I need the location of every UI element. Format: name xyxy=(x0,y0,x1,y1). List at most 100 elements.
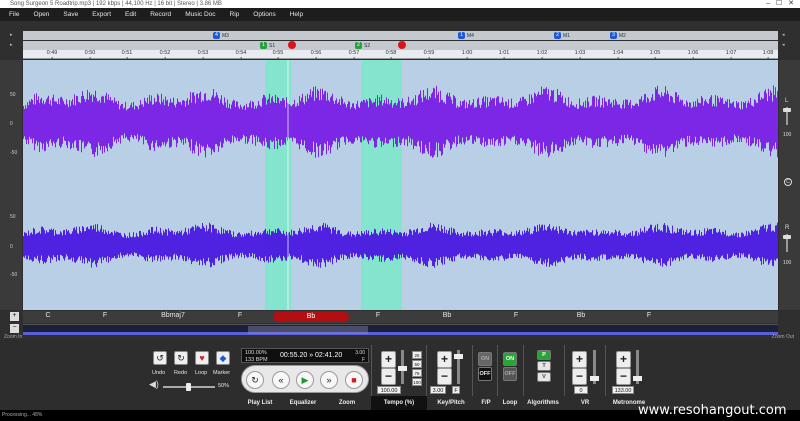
menu-open[interactable]: Open xyxy=(26,11,56,18)
key-decrease-button[interactable]: − xyxy=(437,368,452,385)
lcd-tempo: 100.00% xyxy=(245,350,267,356)
marker-m2[interactable]: 3 M2 xyxy=(610,31,626,40)
menu-record[interactable]: Record xyxy=(143,11,178,18)
tab-play-list[interactable]: Play List xyxy=(239,396,281,410)
key-increase-button[interactable]: + xyxy=(437,351,452,368)
vr-increase-button[interactable]: + xyxy=(572,351,587,368)
chord-active[interactable]: Bb xyxy=(273,312,349,322)
window-buttons[interactable]: – ☐ ✕ xyxy=(766,0,794,8)
marker-m1[interactable]: 2 M1 xyxy=(554,31,570,40)
overview-selection[interactable] xyxy=(248,326,368,334)
chord-label[interactable]: F xyxy=(514,312,518,319)
tab-tempo[interactable]: Tempo (%) xyxy=(371,396,427,410)
vr-value[interactable]: 0 xyxy=(574,386,588,394)
loop-row-right-control[interactable]: ◂ xyxy=(782,42,792,50)
center-reset-button[interactable]: C xyxy=(784,178,792,186)
tab-fp[interactable]: F/P xyxy=(475,396,497,410)
stop-icon[interactable]: ■ xyxy=(345,371,363,389)
algorithm-t-button[interactable]: T xyxy=(537,361,551,371)
menu-save[interactable]: Save xyxy=(56,11,85,18)
tempo-slider-knob[interactable] xyxy=(398,366,407,371)
tab-zoom[interactable]: Zoom xyxy=(325,396,369,410)
loop-end-pin-icon[interactable] xyxy=(288,41,296,49)
chord-label[interactable]: F xyxy=(647,312,651,319)
speed-preset-50[interactable]: 50 xyxy=(412,360,422,368)
tempo-increase-button[interactable]: + xyxy=(381,351,396,368)
tab-key-pitch[interactable]: Key/Pitch xyxy=(429,396,473,410)
metronome-decrease-button[interactable]: − xyxy=(616,368,631,385)
redo-icon[interactable]: ↻ xyxy=(174,351,188,365)
marker-row-right-control[interactable]: ◂ xyxy=(782,32,792,40)
fast-forward-icon[interactable]: » xyxy=(320,371,338,389)
chord-label[interactable]: Bbmaj7 xyxy=(161,312,185,319)
loop-on-button[interactable]: ON xyxy=(503,352,517,366)
waveform-view[interactable] xyxy=(23,60,778,310)
key-value[interactable]: 3.00 xyxy=(430,386,446,394)
minimize-button[interactable]: – xyxy=(766,0,770,7)
waveform-canvas[interactable] xyxy=(23,60,778,310)
maximize-button[interactable]: ☐ xyxy=(776,0,782,7)
metronome-increase-button[interactable]: + xyxy=(616,351,631,368)
tab-vr[interactable]: VR xyxy=(565,396,605,410)
chord-label[interactable]: Bb xyxy=(443,312,452,319)
key-slider-knob[interactable] xyxy=(454,354,463,359)
speed-preset-100[interactable]: 100 xyxy=(412,378,422,386)
return-to-start-icon[interactable]: ↻ xyxy=(246,371,264,389)
marker-m4[interactable]: 1 M4 xyxy=(458,31,474,40)
algorithm-p-button[interactable]: P xyxy=(537,350,551,360)
metronome-slider-knob[interactable] xyxy=(633,376,642,381)
chord-label[interactable]: F xyxy=(238,312,242,319)
timeline-tick: 0:56 xyxy=(310,50,322,59)
metronome-value[interactable]: 133.00 xyxy=(612,386,634,394)
undo-icon[interactable]: ↺ xyxy=(153,351,167,365)
marker-row-left-control[interactable]: ▸ xyxy=(10,32,18,40)
key-note[interactable]: F xyxy=(452,386,460,394)
tempo-value[interactable]: 100.00 xyxy=(377,386,401,394)
zoom-out-button[interactable]: − xyxy=(10,324,19,333)
loop-heart-icon[interactable]: ♥ xyxy=(195,351,209,365)
menu-file[interactable]: File xyxy=(2,11,26,18)
fp-off-button[interactable]: OFF xyxy=(478,367,492,381)
menu-edit[interactable]: Edit xyxy=(118,11,143,18)
tab-loop[interactable]: Loop xyxy=(499,396,521,410)
vr-decrease-button[interactable]: − xyxy=(572,368,587,385)
menu-help[interactable]: Help xyxy=(283,11,310,18)
chord-label[interactable]: C xyxy=(45,312,50,319)
menu-rip[interactable]: Rip xyxy=(223,11,247,18)
loop-row-left-control[interactable]: ▸ xyxy=(10,42,18,50)
loop-end-pin-icon[interactable] xyxy=(398,41,406,49)
transport-bar: ↻ « ▶ » ■ xyxy=(241,365,369,393)
right-volume-knob[interactable] xyxy=(783,235,791,239)
song-overview[interactable] xyxy=(23,324,778,335)
menu-export[interactable]: Export xyxy=(85,11,118,18)
loop-marker-s1[interactable]: 1 S1 xyxy=(260,41,275,50)
rewind-icon[interactable]: « xyxy=(272,371,290,389)
vr-slider-knob[interactable] xyxy=(590,376,599,381)
play-icon[interactable]: ▶ xyxy=(296,371,314,389)
loop-off-button[interactable]: OFF xyxy=(503,367,517,381)
volume-slider-knob[interactable] xyxy=(186,383,191,391)
chord-label[interactable]: Bb xyxy=(577,312,586,319)
menu-music-doc[interactable]: Music Doc xyxy=(178,11,222,18)
timeline-tick: 1:08 xyxy=(762,50,774,59)
fp-on-button[interactable]: ON xyxy=(478,352,492,366)
timeline-tick: 1:02 xyxy=(536,50,548,59)
timeline-tick: 0:57 xyxy=(348,50,360,59)
speed-preset-25[interactable]: 25 xyxy=(412,351,422,359)
chord-label[interactable]: F xyxy=(376,312,380,319)
tab-equalizer[interactable]: Equalizer xyxy=(283,396,323,410)
left-volume-knob[interactable] xyxy=(783,108,791,112)
loop-label: S1 xyxy=(269,42,276,49)
marker-icon[interactable]: ◆ xyxy=(216,351,230,365)
close-button[interactable]: ✕ xyxy=(788,0,794,7)
zoom-in-button[interactable]: + xyxy=(10,312,19,321)
speed-preset-75[interactable]: 75 xyxy=(412,369,422,377)
menu-options[interactable]: Options xyxy=(246,11,282,18)
tab-algorithms[interactable]: Algorithms xyxy=(523,396,563,410)
chord-label[interactable]: F xyxy=(103,312,107,319)
loop-marker-s2[interactable]: 2 S2 xyxy=(355,41,370,50)
algorithm-v-button[interactable]: V xyxy=(537,372,551,382)
timeline-ruler[interactable]: 0:49 0:50 0:51 0:52 0:53 0:54 0:55 0:56 … xyxy=(23,50,778,59)
marker-m3[interactable]: 4 M3 xyxy=(213,31,229,40)
tempo-decrease-button[interactable]: − xyxy=(381,368,396,385)
